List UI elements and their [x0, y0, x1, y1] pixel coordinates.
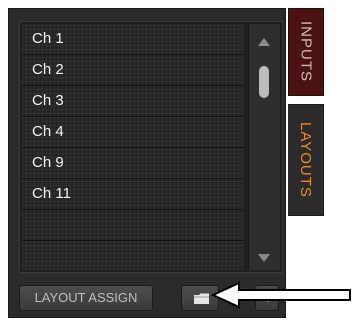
list-scrollbar[interactable]	[248, 24, 280, 270]
tab-layouts-label: LAYOUTS	[297, 122, 314, 198]
scroll-thumb[interactable]	[259, 66, 269, 98]
layouts-list-frame: Ch 1 Ch 2 Ch 3 Ch 4 Ch 9 Ch 11	[19, 21, 283, 273]
tab-inputs-label: INPUTS	[297, 21, 315, 83]
scroll-down-arrow-icon[interactable]	[258, 254, 270, 262]
tab-inputs[interactable]: INPUTS	[288, 8, 324, 96]
list-item[interactable]: Ch 9	[22, 148, 244, 179]
list-item[interactable]: Ch 1	[22, 24, 244, 55]
list-item-empty[interactable]	[22, 210, 244, 241]
layouts-list[interactable]: Ch 1 Ch 2 Ch 3 Ch 4 Ch 9 Ch 11	[22, 24, 244, 270]
list-item[interactable]: Ch 11	[22, 179, 244, 210]
scroll-up-arrow-icon[interactable]	[258, 38, 270, 46]
side-tabs: INPUTS LAYOUTS	[288, 8, 326, 318]
callout-arrow-icon	[210, 281, 351, 309]
list-item[interactable]: Ch 4	[22, 117, 244, 148]
tab-layouts[interactable]: LAYOUTS	[288, 104, 324, 216]
layouts-panel: Ch 1 Ch 2 Ch 3 Ch 4 Ch 9 Ch 11 INPUTS LA…	[0, 0, 354, 324]
folder-icon	[194, 293, 209, 304]
list-item-empty[interactable]	[22, 241, 244, 270]
list-item[interactable]: Ch 3	[22, 86, 244, 117]
layout-assign-button[interactable]: LAYOUT ASSIGN	[19, 285, 153, 311]
list-item[interactable]: Ch 2	[22, 55, 244, 86]
